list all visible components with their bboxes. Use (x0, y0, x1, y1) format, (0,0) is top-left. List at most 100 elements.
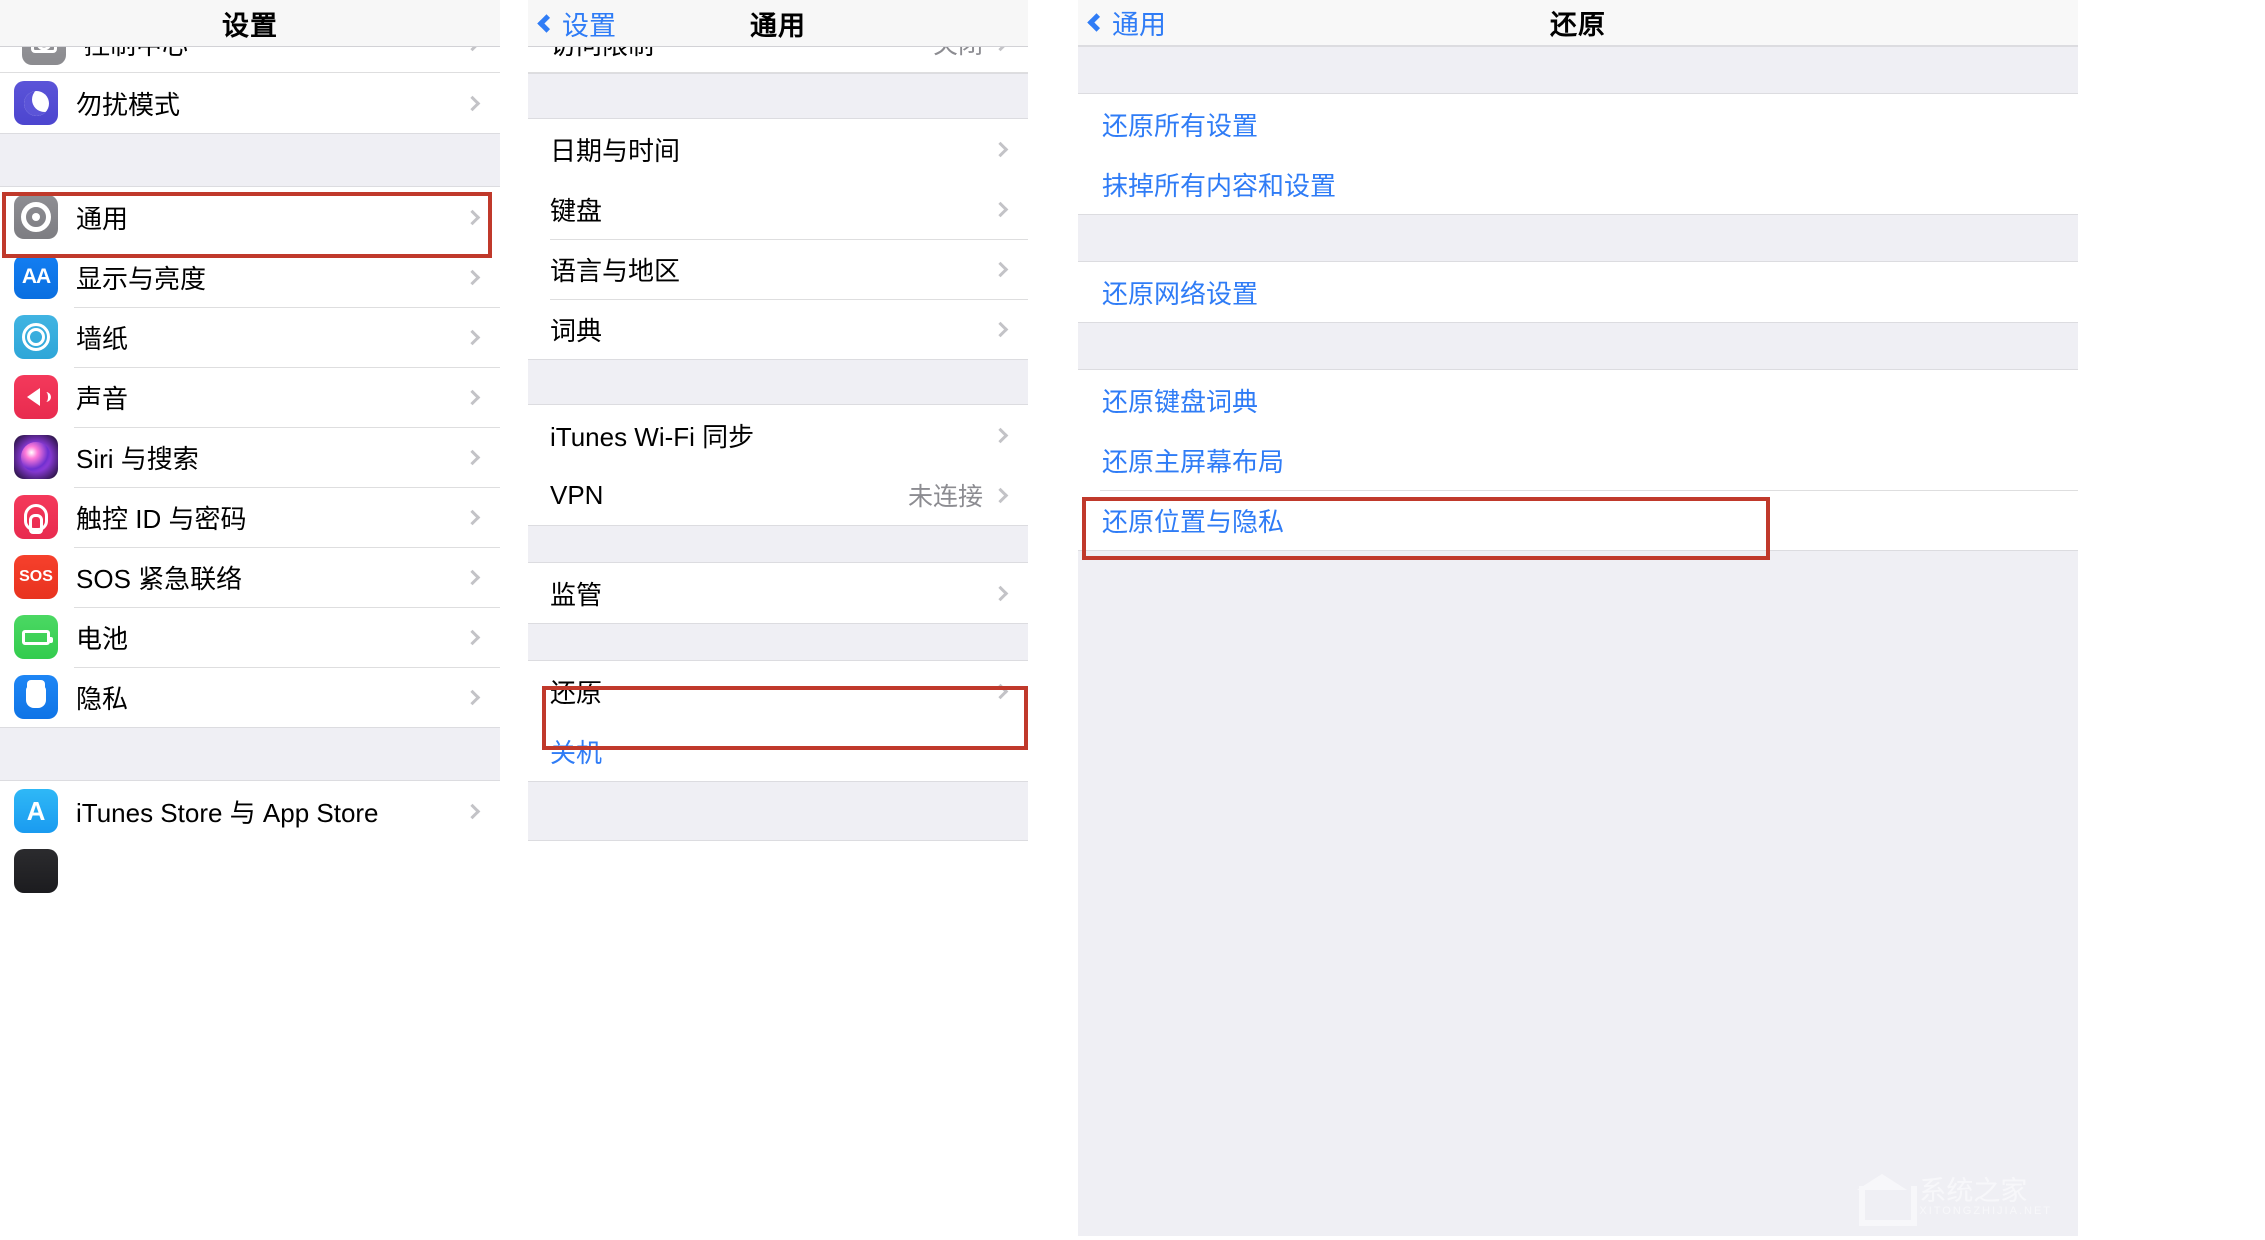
list-item-keyboard[interactable]: 键盘 (528, 179, 1028, 239)
app-store-icon: A (14, 789, 58, 833)
list-item-label: VPN (550, 479, 604, 510)
list-item-label: 触控 ID 与密码 (76, 503, 247, 534)
three-panel-screenshot: 设置 控制中心 勿扰模式 通用 (0, 0, 2265, 1240)
wallet-icon (14, 849, 58, 893)
display-brightness-icon: AA (14, 255, 58, 299)
list-item-partial-next[interactable] (0, 841, 500, 901)
watermark-subtext: XITONGZHIJIA.NET (1919, 1204, 2052, 1217)
privacy-hand-icon (14, 675, 58, 719)
list-item-label: 还原键盘词典 (1102, 386, 1259, 417)
list-item-label: 声音 (76, 383, 129, 414)
list-item-control-center[interactable]: 控制中心 (0, 47, 500, 73)
list-item-itunes-wifi-sync[interactable]: iTunes Wi-Fi 同步 (528, 405, 1028, 465)
list-item-label: 通用 (76, 203, 129, 234)
list-item-general[interactable]: 通用 (0, 187, 500, 247)
chevron-right-icon (464, 803, 481, 819)
list-item-sound[interactable]: 声音 (0, 367, 500, 427)
general-panel: 设置 通用 访问限制 关闭 日期与时间 键盘 语言与地区 (528, 0, 1028, 1240)
group-separator (528, 623, 1028, 661)
list-item-do-not-disturb[interactable]: 勿扰模式 (0, 73, 500, 133)
list-item-display-brightness[interactable]: AA 显示与亮度 (0, 247, 500, 307)
chevron-right-icon (464, 95, 481, 111)
watermark-text: 系统之家 (1919, 1175, 2028, 1206)
page-title: 设置 (222, 10, 278, 41)
chevron-right-icon (464, 569, 481, 585)
list-item-label: Siri 与搜索 (76, 443, 199, 474)
list-item-supervision[interactable]: 监管 (528, 563, 1028, 623)
group-separator (528, 73, 1028, 119)
chevron-right-icon (992, 141, 1009, 157)
reset-group-3: 还原键盘词典 还原主屏幕布局 还原位置与隐私 (1078, 370, 2078, 550)
sound-icon (14, 375, 58, 419)
list-item-label: SOS 紧急联络 (76, 563, 243, 594)
list-item-label: iTunes Wi-Fi 同步 (550, 421, 755, 452)
list-item-label: 还原主屏幕布局 (1102, 446, 1285, 477)
settings-group-1: 勿扰模式 (0, 73, 500, 133)
list-item-reset-keyboard-dictionary[interactable]: 还原键盘词典 (1078, 370, 2078, 430)
list-item-itunes-app-store[interactable]: A iTunes Store 与 App Store (0, 781, 500, 841)
list-item-dictionary[interactable]: 词典 (528, 299, 1028, 359)
list-item-shutdown[interactable]: 关机 (528, 721, 1028, 781)
list-item-label: 语言与地区 (550, 255, 681, 286)
chevron-right-icon (464, 449, 481, 465)
list-item-language-region[interactable]: 语言与地区 (528, 239, 1028, 299)
chevron-right-icon (992, 321, 1009, 337)
settings-navbar: 设置 (0, 0, 500, 47)
list-item-label: 还原网络设置 (1102, 278, 1259, 309)
list-item-erase-all-content[interactable]: 抹掉所有内容和设置 (1078, 154, 2078, 214)
list-item-label: 键盘 (550, 195, 603, 226)
chevron-right-icon (992, 261, 1009, 277)
do-not-disturb-icon (14, 81, 58, 125)
group-separator (0, 727, 500, 781)
list-item-restrictions[interactable]: 访问限制 关闭 (528, 47, 1028, 73)
back-button-general[interactable]: 通用 (1086, 0, 1166, 45)
back-button-label: 设置 (562, 10, 616, 41)
siri-icon (14, 435, 58, 479)
list-item-label: 词典 (550, 315, 603, 346)
list-item-label: 访问限制 (550, 47, 933, 62)
wallpaper-icon (14, 315, 58, 359)
list-item-value: 关闭 (933, 47, 983, 61)
chevron-right-icon (464, 47, 481, 51)
general-gear-icon (14, 195, 58, 239)
chevron-right-icon (992, 427, 1009, 443)
page-title: 通用 (750, 10, 806, 41)
touch-id-icon (14, 495, 58, 539)
list-item-label: 显示与亮度 (76, 263, 207, 294)
chevron-right-icon (464, 209, 481, 225)
list-item-reset-location-privacy[interactable]: 还原位置与隐私 (1078, 490, 2078, 550)
list-item-vpn[interactable]: VPN 未连接 (528, 465, 1028, 525)
chevron-right-icon (464, 269, 481, 285)
list-item-date-time[interactable]: 日期与时间 (528, 119, 1028, 179)
list-item-touch-id-passcode[interactable]: 触控 ID 与密码 (0, 487, 500, 547)
list-item-reset[interactable]: 还原 (528, 661, 1028, 721)
panel-divider (1028, 0, 1078, 1240)
group-separator (1078, 214, 2078, 262)
chevron-right-icon (464, 389, 481, 405)
back-button-settings[interactable]: 设置 (536, 0, 616, 46)
list-item-label: 关机 (550, 737, 603, 768)
list-item-privacy[interactable]: 隐私 (0, 667, 500, 727)
list-item-wallpaper[interactable]: 墙纸 (0, 307, 500, 367)
reset-navbar: 通用 还原 (1078, 0, 2078, 46)
list-item-reset-home-layout[interactable]: 还原主屏幕布局 (1078, 430, 2078, 490)
list-item-label: 勿扰模式 (76, 89, 181, 120)
general-group-2: iTunes Wi-Fi 同步 VPN 未连接 (528, 405, 1028, 525)
general-group-3: 监管 (528, 563, 1028, 623)
list-item-label: 电池 (76, 623, 129, 654)
list-item-emergency-sos[interactable]: SOS SOS 紧急联络 (0, 547, 500, 607)
list-item-reset-network-settings[interactable]: 还原网络设置 (1078, 262, 2078, 322)
general-group-1: 日期与时间 键盘 语言与地区 词典 (528, 119, 1028, 359)
control-center-icon (22, 47, 66, 65)
chevron-left-icon (537, 13, 556, 33)
list-item-reset-all-settings[interactable]: 还原所有设置 (1078, 94, 2078, 154)
list-item-siri-search[interactable]: Siri 与搜索 (0, 427, 500, 487)
list-item-battery[interactable]: 电池 (0, 607, 500, 667)
group-separator (528, 359, 1028, 405)
reset-group-2: 还原网络设置 (1078, 262, 2078, 322)
list-item-value: 未连接 (907, 483, 983, 511)
list-item-label: 抹掉所有内容和设置 (1102, 170, 1337, 201)
chevron-right-icon (464, 629, 481, 645)
empty-area (1078, 550, 2078, 1236)
sos-icon: SOS (14, 555, 58, 599)
